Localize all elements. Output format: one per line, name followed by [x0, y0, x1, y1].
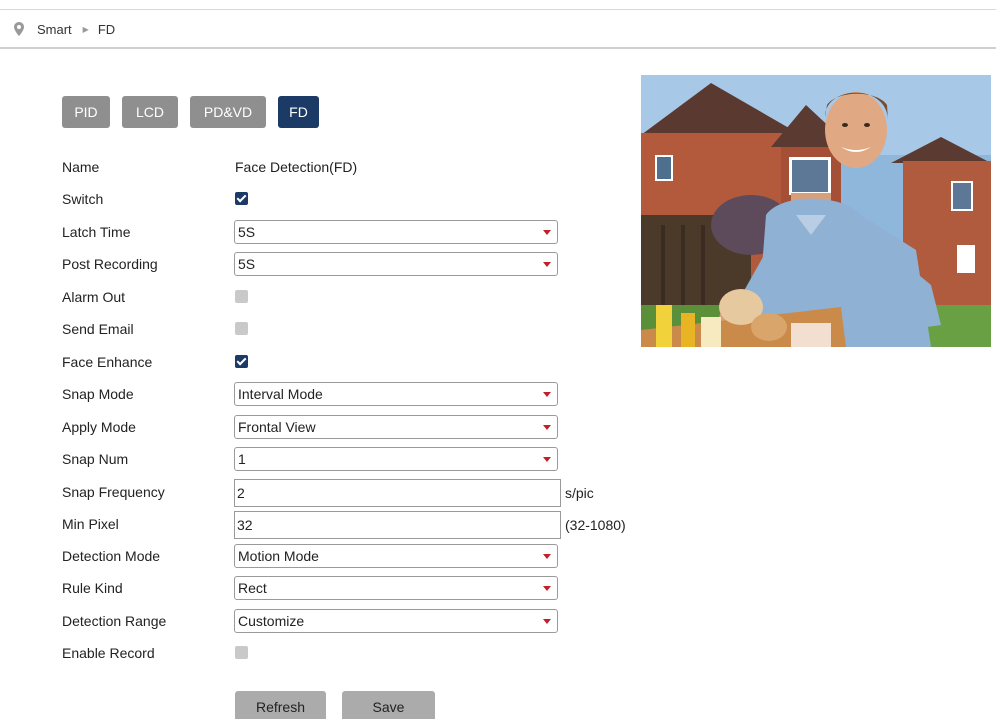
name-value: Face Detection(FD)	[235, 159, 358, 175]
alarm-out-checkbox[interactable]	[235, 290, 248, 303]
rule-kind-value: Rect	[238, 580, 267, 596]
latch-time-select[interactable]: 5S	[234, 220, 558, 244]
snap-mode-row: Snap Mode Interval Mode	[62, 382, 662, 406]
snap-frequency-row: Snap Frequency 2 s/pic	[62, 479, 662, 509]
enable-record-label: Enable Record	[62, 645, 155, 661]
latch-time-value: 5S	[238, 224, 256, 240]
post-recording-label: Post Recording	[62, 256, 158, 272]
detection-mode-row: Detection Mode Motion Mode	[62, 544, 662, 568]
dropdown-arrow-icon	[543, 425, 551, 430]
snap-frequency-label: Snap Frequency	[62, 484, 165, 500]
send-email-label: Send Email	[62, 321, 134, 337]
face-enhance-label: Face Enhance	[62, 354, 153, 370]
breadcrumb-separator-icon: ▶	[82, 24, 89, 34]
switch-label: Switch	[62, 191, 104, 207]
send-email-checkbox[interactable]	[235, 322, 248, 335]
dropdown-arrow-icon	[543, 392, 551, 397]
rule-kind-select[interactable]: Rect	[234, 576, 558, 600]
face-enhance-checkbox[interactable]	[235, 355, 248, 368]
dropdown-arrow-icon	[543, 230, 551, 235]
apply-mode-select[interactable]: Frontal View	[234, 415, 558, 439]
detection-tabs: PID LCD PD&VD FD	[62, 96, 331, 128]
save-button[interactable]: Save	[342, 691, 435, 719]
post-recording-row: Post Recording 5S	[62, 252, 662, 276]
enable-record-row: Enable Record	[62, 641, 662, 665]
face-enhance-row: Face Enhance	[62, 350, 662, 374]
min-pixel-row: Min Pixel 32 (32-1080)	[62, 511, 662, 541]
min-pixel-label: Min Pixel	[62, 516, 119, 532]
dropdown-arrow-icon	[543, 586, 551, 591]
breadcrumb-item-smart[interactable]: Smart	[37, 22, 72, 37]
tab-lcd[interactable]: LCD	[122, 96, 178, 128]
refresh-button[interactable]: Refresh	[235, 691, 326, 719]
face-detection-preview-image	[641, 75, 991, 347]
tab-fd[interactable]: FD	[278, 96, 319, 128]
post-recording-select[interactable]: 5S	[234, 252, 558, 276]
detection-range-label: Detection Range	[62, 613, 167, 629]
snap-frequency-input[interactable]: 2	[234, 479, 561, 507]
enable-record-checkbox[interactable]	[235, 646, 248, 659]
tab-pid[interactable]: PID	[62, 96, 110, 128]
send-email-row: Send Email	[62, 317, 662, 341]
breadcrumb-divider	[0, 47, 996, 49]
detection-mode-label: Detection Mode	[62, 548, 161, 564]
min-pixel-range: (32-1080)	[565, 517, 626, 533]
location-pin-icon	[14, 22, 24, 36]
latch-time-row: Latch Time 5S	[62, 220, 662, 244]
dropdown-arrow-icon	[543, 457, 551, 462]
snap-num-label: Snap Num	[62, 451, 129, 467]
rule-kind-row: Rule Kind Rect	[62, 576, 662, 600]
detection-range-row: Detection Range Customize	[62, 609, 662, 633]
tab-pd-vd[interactable]: PD&VD	[190, 96, 266, 128]
detection-range-value: Customize	[238, 613, 305, 629]
snap-frequency-unit: s/pic	[565, 485, 594, 501]
switch-row: Switch	[62, 187, 662, 211]
name-label: Name	[62, 159, 100, 175]
top-divider	[0, 9, 996, 10]
name-row: Name Face Detection(FD)	[62, 155, 662, 179]
snap-mode-label: Snap Mode	[62, 386, 134, 402]
switch-checkbox[interactable]	[235, 192, 248, 205]
alarm-out-label: Alarm Out	[62, 289, 126, 305]
alarm-out-row: Alarm Out	[62, 285, 662, 309]
rule-kind-label: Rule Kind	[62, 580, 123, 596]
snap-num-value: 1	[238, 451, 246, 467]
breadcrumb: Smart ▶ FD	[14, 20, 115, 38]
dropdown-arrow-icon	[543, 262, 551, 267]
detection-range-select[interactable]: Customize	[234, 609, 558, 633]
dropdown-arrow-icon	[543, 619, 551, 624]
dropdown-arrow-icon	[543, 554, 551, 559]
apply-mode-row: Apply Mode Frontal View	[62, 415, 662, 439]
snap-num-row: Snap Num 1	[62, 447, 662, 471]
apply-mode-label: Apply Mode	[62, 419, 136, 435]
latch-time-label: Latch Time	[62, 224, 131, 240]
post-recording-value: 5S	[238, 256, 256, 272]
apply-mode-value: Frontal View	[238, 419, 316, 435]
snap-mode-value: Interval Mode	[238, 386, 323, 402]
breadcrumb-item-fd: FD	[97, 21, 116, 37]
detection-mode-value: Motion Mode	[238, 548, 319, 564]
min-pixel-input[interactable]: 32	[234, 511, 561, 539]
snap-num-select[interactable]: 1	[234, 447, 558, 471]
detection-mode-select[interactable]: Motion Mode	[234, 544, 558, 568]
snap-mode-select[interactable]: Interval Mode	[234, 382, 558, 406]
